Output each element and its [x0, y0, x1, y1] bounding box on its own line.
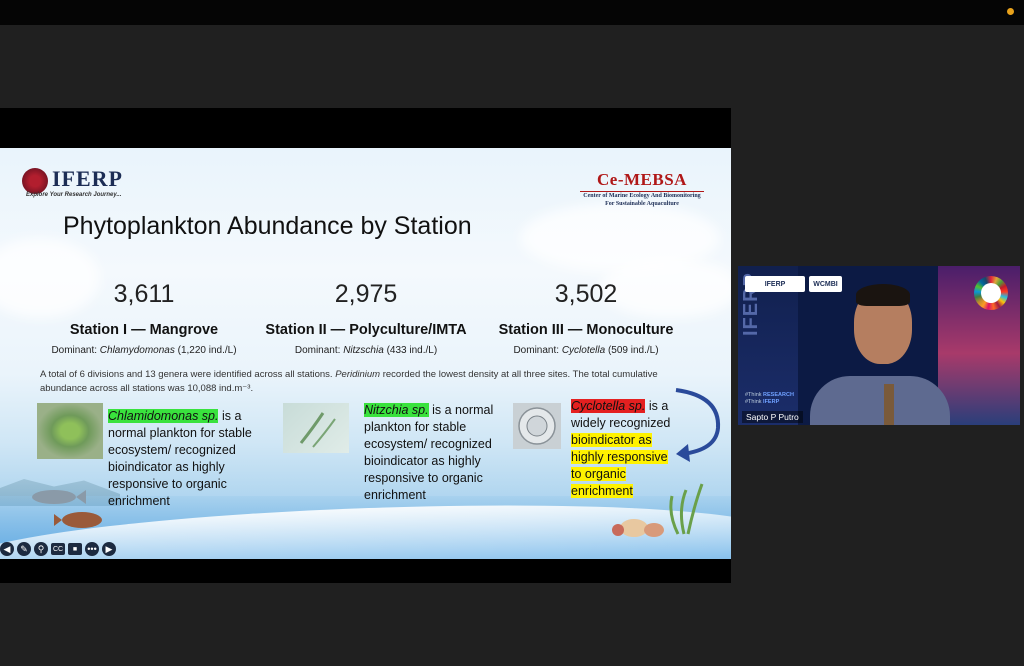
station-2-stat: 2,975 Station II — Polyculture/IMTA Domi… — [256, 280, 476, 356]
speaker-body — [810, 376, 950, 425]
participant-name-label: Sapto P Putro — [742, 411, 803, 423]
station-2-dominant: Dominant: Nitzschia (433 ind./L) — [294, 345, 438, 356]
slide-title: Phytoplankton Abundance by Station — [63, 212, 472, 240]
background-logo-chip: WCMBI — [809, 276, 842, 292]
background-hashtags: #Think RESEARCH #Think IFERP — [745, 392, 794, 405]
cyclotella-cell-icon — [518, 407, 556, 445]
camera-icon[interactable]: ■ — [68, 543, 82, 555]
cemebsa-subtitle-2: For Sustainable Aquaculture — [605, 201, 679, 207]
zoom-icon[interactable]: ⚲ — [34, 542, 48, 556]
iferp-logo-text: IFERP — [52, 166, 123, 191]
meeting-top-bar — [0, 0, 1024, 25]
speaker-tie — [884, 384, 894, 425]
summary-note: A total of 6 divisions and 13 genera wer… — [40, 369, 658, 394]
station-2-name: Station II — Polyculture/IMTA — [265, 322, 467, 338]
sdg-wheel-center — [981, 283, 1001, 303]
cemebsa-subtitle-1: Center of Marine Ecology And Biomonitori… — [583, 193, 701, 199]
station-3-name: Station III — Monoculture — [498, 322, 674, 338]
participant-video-tile[interactable]: IFERP IFERP WCMBI #Think RESEARCH #Think… — [738, 266, 1020, 425]
forward-arrow-icon[interactable]: ▶ — [102, 542, 116, 556]
chlamydomonas-note: Chlamidomonas sp. is a normal plankton f… — [108, 409, 252, 508]
station-1-value: 3,611 — [113, 280, 175, 308]
cemebsa-logo: Ce-MEBSA Center of Marine Ecology And Bi… — [576, 170, 708, 208]
curved-arrow-icon — [675, 388, 721, 462]
chlamydomonas-image — [37, 403, 103, 459]
presentation-slide: IFERP Explore Your Research Journey... C… — [0, 148, 731, 559]
recording-indicator-icon — [1007, 8, 1014, 15]
cyclotella-image — [513, 403, 561, 449]
station-1-stat: 3,611 Station I — Mangrove Dominant: Chl… — [44, 280, 244, 356]
nitzschia-note: Nitzchia sp. is a normal plankton for st… — [364, 403, 494, 502]
slideshow-toolbar: ◀ ✎ ⚲ CC ■ ••• ▶ — [0, 541, 116, 557]
station-3-stat: 3,502 Station III — Monoculture Dominant… — [486, 280, 686, 356]
nitzschia-image — [283, 403, 349, 453]
back-arrow-icon[interactable]: ◀ — [0, 542, 14, 556]
station-1-dominant: Dominant: Chlamydomonas (1,220 ind./L) — [51, 345, 237, 356]
station-3-value: 3,502 — [554, 280, 618, 308]
nitzschia-cells-icon — [299, 412, 336, 448]
cemebsa-logo-text: Ce-MEBSA — [597, 170, 687, 189]
station-2-value: 2,975 — [334, 280, 398, 308]
background-logo-chip: IFERP — [745, 276, 805, 292]
more-icon[interactable]: ••• — [85, 542, 99, 556]
seaweed-shells-icon — [612, 483, 704, 537]
speaker-hair — [856, 284, 910, 306]
station-3-dominant: Dominant: Cyclotella (509 ind./L) — [513, 345, 659, 356]
iferp-tagline: Explore Your Research Journey... — [26, 192, 122, 198]
station-1-name: Station I — Mangrove — [69, 322, 219, 338]
fish-decoration-icon — [32, 490, 102, 528]
captions-icon[interactable]: CC — [51, 543, 65, 555]
logo-rule — [580, 191, 704, 192]
pen-icon[interactable]: ✎ — [17, 542, 31, 556]
iferp-globe-icon — [22, 168, 48, 194]
